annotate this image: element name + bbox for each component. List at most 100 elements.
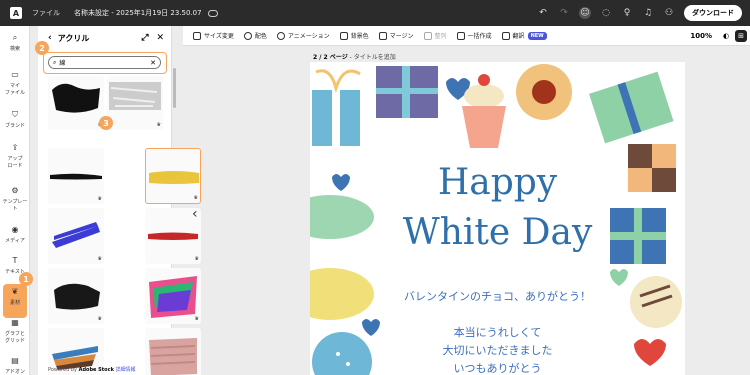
message-line-2[interactable]: 本当にうれしくて: [310, 324, 685, 340]
premium-crown-icon: ♛: [97, 256, 102, 262]
search-input[interactable]: ⌕ 線 ✕: [48, 56, 161, 69]
asset-thumb[interactable]: ♛: [48, 208, 104, 264]
share-user-icon[interactable]: ☺: [579, 7, 591, 19]
message-line-4[interactable]: いつもありがとう: [310, 360, 685, 375]
background-icon: [339, 31, 348, 40]
asset-thumb[interactable]: ♛: [48, 148, 104, 204]
rail-label: メディア: [5, 238, 25, 244]
clear-search-icon[interactable]: ✕: [150, 59, 156, 67]
translate-icon: [501, 31, 510, 40]
panel-scrollbar[interactable]: [173, 68, 176, 108]
rail-item-upload[interactable]: ⇪ アップ ロード: [0, 143, 30, 169]
arrange-button[interactable]: 整列: [423, 31, 447, 40]
rail-label: テンプレー ト: [2, 199, 28, 212]
rail-item-elements[interactable]: ❦ 素材: [3, 284, 27, 318]
color-button[interactable]: 配色: [243, 31, 267, 40]
margin-button[interactable]: マージン: [378, 31, 414, 40]
cookie-illustration: [516, 64, 572, 120]
step-badge-1: 1: [19, 272, 33, 286]
message-line-3[interactable]: 大切にいただきました: [310, 342, 685, 358]
message-line-1[interactable]: バレンタインのチョコ、ありがとう！: [310, 288, 685, 304]
greeting-line-1[interactable]: Happy: [310, 162, 685, 203]
arrange-icon: [423, 31, 432, 40]
acrylic-see-you-soon-thumb: [149, 276, 197, 318]
cloud-sync-icon[interactable]: [207, 9, 218, 17]
upload-icon: ⇪: [11, 143, 19, 152]
acrylic-gray-texture-thumb: [109, 82, 161, 110]
page-label[interactable]: 2 / 2 ページ - タイトルを追加: [313, 52, 396, 61]
asset-thumb[interactable]: ♛: [48, 268, 104, 324]
animation-icon: [276, 31, 285, 40]
gift-box-illustration: [589, 71, 674, 144]
panel-header: ‹ アクリル ⤢ ✕: [38, 26, 172, 50]
app-logo-icon[interactable]: A: [10, 7, 22, 19]
acrylic-black-stroke-thumb: [52, 83, 100, 113]
rail-item-search[interactable]: ⌕ 検索: [0, 33, 30, 52]
acrylic-black-wash-thumb: [54, 283, 100, 310]
margin-icon: [378, 31, 387, 40]
asset-thumb[interactable]: ♛: [145, 268, 201, 324]
asset-panel: ‹ アクリル ⤢ ✕ ⌕ 線 ✕ ♛ ♛ ♛ ♛ ♛ ♛ ♛ Powered b…: [38, 26, 201, 375]
background-button[interactable]: 背景色: [339, 31, 369, 40]
rail-item-templates[interactable]: ⚙ テンプレー ト: [0, 186, 30, 212]
step-badge-3: 3: [99, 116, 113, 130]
top-bar: A ファイル 名称未設定 - 2025年1月19日 23.50.07 ↶ ↷ ☺…: [0, 0, 750, 26]
rail-item-brand[interactable]: ⛉ ブランド: [0, 110, 30, 129]
asset-thumb[interactable]: ♛: [48, 76, 104, 130]
tool-label: アニメーション: [287, 33, 330, 40]
theme-icon[interactable]: ◐: [720, 30, 732, 42]
acrylic-blue-stroke-thumb: [52, 222, 100, 248]
tool-label: 配色: [254, 33, 267, 40]
left-rail: ⌕ 検索 ▭ マイ ファイル ⛉ ブランド ⇪ アップ ロード ⚙ テンプレー …: [0, 26, 30, 375]
account-icon[interactable]: ⚇: [663, 7, 675, 19]
gift-box-illustration: [376, 66, 438, 118]
elements-icon: ❦: [11, 287, 19, 296]
layout-panel-icon[interactable]: ⊞: [735, 29, 747, 42]
addon-icon: ▤: [11, 356, 19, 365]
rail-item-addons[interactable]: ▤ アドオン: [0, 356, 30, 375]
premium-crown-icon: ♛: [194, 256, 199, 262]
search-value: 線: [59, 60, 66, 67]
tool-label: 翻訳: [512, 33, 525, 40]
comment-icon[interactable]: ◌: [600, 7, 612, 19]
search-icon: ⌕: [12, 33, 18, 42]
rail-label: 素材: [9, 300, 20, 306]
asset-thumb[interactable]: ♛: [145, 328, 201, 375]
editor-toolbar: サイズ変更 配色 アニメーション 背景色 マージン 整列 一括作成 翻訳 NEW …: [183, 26, 750, 46]
step-badge-2: 2: [35, 41, 49, 55]
zoom-dropdown[interactable]: 100%: [690, 32, 712, 40]
undo-icon[interactable]: ↶: [537, 7, 549, 19]
notification-bell-icon[interactable]: ♫: [642, 7, 654, 19]
rail-item-my-files[interactable]: ▭ マイ ファイル: [0, 70, 30, 96]
translate-button[interactable]: 翻訳 NEW: [501, 31, 547, 40]
rail-item-media[interactable]: ◉ メディア: [0, 225, 30, 244]
redo-icon[interactable]: ↷: [558, 7, 570, 19]
learn-more-link[interactable]: 詳細情報: [115, 367, 135, 373]
page-title-placeholder[interactable]: - タイトルを追加: [350, 54, 396, 61]
resize-button[interactable]: サイズ変更: [193, 31, 234, 40]
greeting-line-2[interactable]: White Day: [310, 212, 685, 253]
rail-item-grid[interactable]: ▦ グラフと グリッド: [0, 318, 30, 344]
premium-crown-icon: ♛: [156, 122, 161, 128]
bulk-create-button[interactable]: 一括作成: [456, 31, 492, 40]
lightbulb-icon[interactable]: ♀: [621, 7, 633, 19]
powered-by: Powered by Adobe Stock 詳細情報: [48, 366, 136, 373]
expand-icon[interactable]: ⤢: [141, 33, 148, 43]
previous-page-arrow-icon[interactable]: ‹: [192, 206, 198, 222]
resize-icon: [193, 31, 201, 40]
rail-label: ブランド: [4, 123, 25, 129]
animation-button[interactable]: アニメーション: [276, 31, 330, 40]
close-icon[interactable]: ✕: [156, 33, 164, 43]
download-button[interactable]: ダウンロード: [684, 5, 742, 21]
file-menu[interactable]: ファイル: [32, 8, 60, 18]
rail-label: アップ ロード: [7, 156, 23, 169]
document-title[interactable]: 名称未設定 - 2025年1月19日 23.50.07: [74, 8, 202, 18]
asset-thumb-selected[interactable]: ♛: [145, 148, 201, 204]
card-artboard[interactable]: Happy White Day バレンタインのチョコ、ありがとう！ 本当にうれし…: [310, 62, 685, 375]
back-arrow-icon[interactable]: ‹: [48, 33, 52, 43]
asset-thumb[interactable]: ♛: [107, 76, 163, 130]
premium-crown-icon: ♛: [194, 316, 199, 322]
rail-label: アドオン: [4, 369, 25, 375]
template-icon: ⚙: [11, 186, 19, 195]
media-icon: ◉: [11, 225, 19, 234]
